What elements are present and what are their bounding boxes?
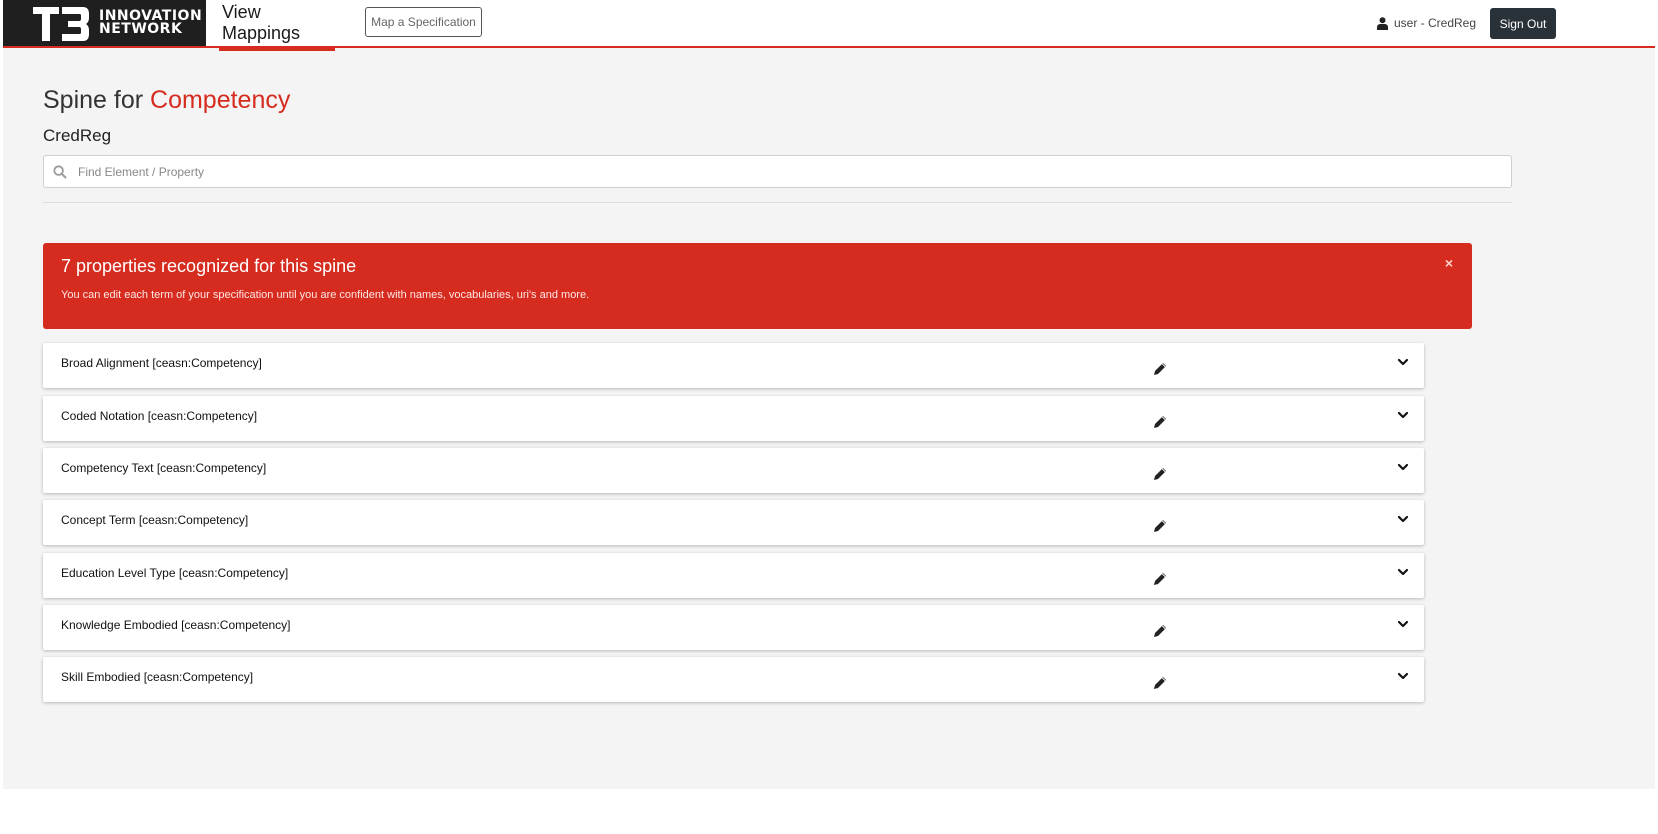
user-icon [1377,16,1388,30]
pencil-icon[interactable] [1152,361,1168,377]
page-title: Spine for Competency [43,86,290,115]
alert-text: You can edit each term of your specifica… [61,289,590,301]
logo-line-2: NETWORK [99,21,183,37]
page-title-prefix: Spine for [43,86,144,114]
properties-alert: 7 properties recognized for this spine Y… [43,243,1472,329]
property-label: Concept Term [ceasn:Competency] [61,513,249,527]
search-input[interactable] [76,163,1480,180]
logo-wordmark: INNOVATION NETWORK [99,9,202,37]
pencil-icon[interactable] [1152,518,1168,534]
pencil-icon[interactable] [1152,675,1168,691]
property-label: Education Level Type [ceasn:Competency] [61,566,289,580]
property-row[interactable]: Concept Term [ceasn:Competency] [43,500,1424,545]
property-row[interactable]: Education Level Type [ceasn:Competency] [43,553,1424,598]
t3-logo[interactable]: INNOVATION NETWORK [3,0,206,46]
divider [43,202,1512,203]
property-row[interactable]: Competency Text [ceasn:Competency] [43,448,1424,493]
chevron-down-icon[interactable] [1396,355,1410,369]
chevron-down-icon[interactable] [1396,408,1410,422]
pencil-icon[interactable] [1152,414,1168,430]
map-specification-button[interactable]: Map a Specification [365,7,482,37]
nav-view-mappings[interactable]: View Mappings [222,0,338,46]
pencil-icon[interactable] [1152,571,1168,587]
property-label: Broad Alignment [ceasn:Competency] [61,356,262,370]
chevron-down-icon[interactable] [1396,617,1410,631]
t3-logo-mark-icon [33,7,89,41]
property-label: Coded Notation [ceasn:Competency] [61,409,258,423]
property-row[interactable]: Coded Notation [ceasn:Competency] [43,396,1424,441]
top-navbar: INNOVATION NETWORK View Mappings Map a S… [3,0,1655,48]
chevron-down-icon[interactable] [1396,512,1410,526]
property-label: Skill Embodied [ceasn:Competency] [61,670,254,684]
search-box[interactable] [43,155,1512,188]
chevron-down-icon[interactable] [1396,565,1410,579]
pencil-icon[interactable] [1152,466,1168,482]
property-row[interactable]: Knowledge Embodied [ceasn:Competency] [43,605,1424,650]
page: INNOVATION NETWORK View Mappings Map a S… [0,0,1658,834]
page-title-accent: Competency [150,86,291,114]
sign-out-button[interactable]: Sign Out [1490,8,1556,39]
chevron-down-icon[interactable] [1396,669,1410,683]
search-icon [53,164,67,179]
user-label: user - CredReg [1394,16,1477,30]
user-menu[interactable]: user - CredReg [1377,13,1476,33]
chevron-down-icon[interactable] [1396,460,1410,474]
property-label: Competency Text [ceasn:Competency] [61,461,267,475]
pencil-icon[interactable] [1152,623,1168,639]
property-row[interactable]: Skill Embodied [ceasn:Competency] [43,657,1424,702]
page-subtitle: CredReg [43,126,112,145]
property-label: Knowledge Embodied [ceasn:Competency] [61,618,291,632]
active-tab-indicator [219,46,335,51]
close-icon[interactable]: × [1441,255,1457,271]
property-row[interactable]: Broad Alignment [ceasn:Competency] [43,343,1424,388]
alert-title: 7 properties recognized for this spine [61,256,357,276]
